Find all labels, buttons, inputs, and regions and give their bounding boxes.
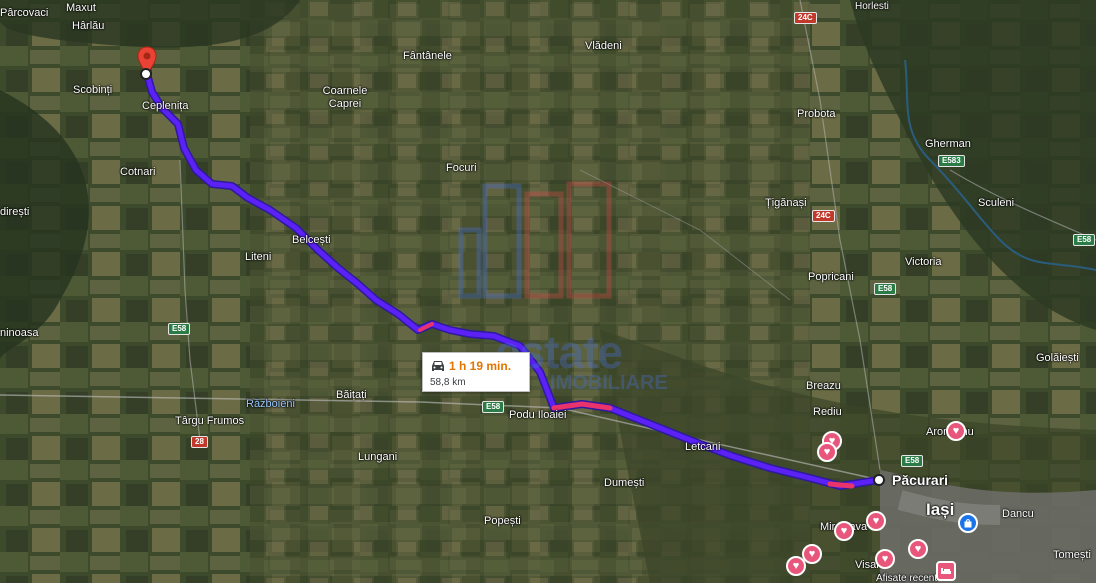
- road-badge: E58: [168, 323, 191, 335]
- place-label: Cotnari: [120, 166, 156, 178]
- place-label: direști: [0, 206, 30, 218]
- route-distance: 58,8 km: [430, 377, 466, 388]
- heart-icon[interactable]: ♥: [866, 511, 886, 531]
- place-label: Gherman: [925, 138, 971, 150]
- place-label: Podu Iloaiei: [509, 409, 567, 421]
- place-label: Scobinți: [73, 84, 113, 96]
- place-label: Târgu Frumos: [175, 415, 245, 427]
- car-icon: [432, 361, 444, 371]
- place-label: Rediu: [813, 406, 842, 418]
- route-info-box[interactable]: 1 h 19 min. 58,8 km: [422, 352, 530, 392]
- route-traffic-segment: [827, 481, 855, 489]
- place-label: Belcești: [292, 234, 331, 246]
- place-label: Breazu: [806, 380, 841, 392]
- heart-icon[interactable]: ♥: [817, 442, 837, 462]
- place-label: Pârcovaci: [0, 7, 49, 19]
- place-label: Vlădeni: [585, 40, 622, 52]
- road-badge: 28: [191, 436, 208, 448]
- place-label: Popești: [484, 515, 521, 527]
- place-label-city: Iași: [926, 500, 955, 519]
- place-label: Horlesti: [855, 1, 889, 12]
- road-badge: E583: [938, 155, 965, 167]
- heart-icon[interactable]: ♥: [834, 521, 854, 541]
- heart-icon[interactable]: ♥: [875, 549, 895, 569]
- place-label: Letcani: [685, 441, 721, 453]
- satellite-imagery: [0, 0, 1096, 583]
- heart-icon[interactable]: ♥: [908, 539, 928, 559]
- route-endpoint-icon[interactable]: [872, 473, 886, 487]
- road-badge: 24C: [794, 12, 817, 24]
- heart-icon[interactable]: ♥: [946, 421, 966, 441]
- road-badge: E58: [901, 455, 924, 467]
- place-label: ninoasa: [0, 327, 39, 339]
- place-label: Țigănași: [765, 197, 807, 209]
- place-label: Lungani: [358, 451, 398, 463]
- place-label: Coarnele Caprei: [322, 85, 368, 110]
- place-label: Războieni: [246, 398, 295, 410]
- place-label: Liteni: [245, 251, 272, 263]
- place-label: Ceplenița: [142, 100, 189, 112]
- heart-icon[interactable]: ♥: [786, 556, 806, 576]
- place-label: Păcurari: [892, 472, 949, 488]
- place-label: Afisate recent: [876, 573, 938, 583]
- place-label: Dumești: [604, 477, 645, 489]
- place-label: Probota: [797, 108, 836, 120]
- road-badge: E58: [482, 401, 505, 413]
- road-badge: 24C: [812, 210, 835, 222]
- place-label: Golăiești: [1036, 352, 1079, 364]
- road-badge: E58: [874, 283, 897, 295]
- route-duration: 1 h 19 min.: [449, 359, 512, 373]
- place-label: Focuri: [446, 162, 477, 174]
- route-endpoint-icon[interactable]: [139, 67, 153, 81]
- place-label: Băițați: [336, 389, 367, 401]
- place-label: Sculeni: [978, 197, 1015, 209]
- place-label: Dancu: [1002, 508, 1034, 520]
- map-view[interactable]: estate IMOBILIARE Pârcovaci Maxut Hârlău…: [0, 0, 1096, 583]
- place-label: Tomești: [1053, 549, 1091, 561]
- place-label: Hârlău: [72, 20, 105, 32]
- place-label: Fântânele: [403, 50, 452, 62]
- shopping-bag-icon[interactable]: [958, 513, 978, 533]
- road-badge: E58: [1073, 234, 1096, 246]
- place-label: Maxut: [66, 2, 96, 14]
- hotel-icon[interactable]: [936, 561, 956, 581]
- place-label: Popricani: [808, 271, 854, 283]
- place-label: Victoria: [905, 256, 942, 268]
